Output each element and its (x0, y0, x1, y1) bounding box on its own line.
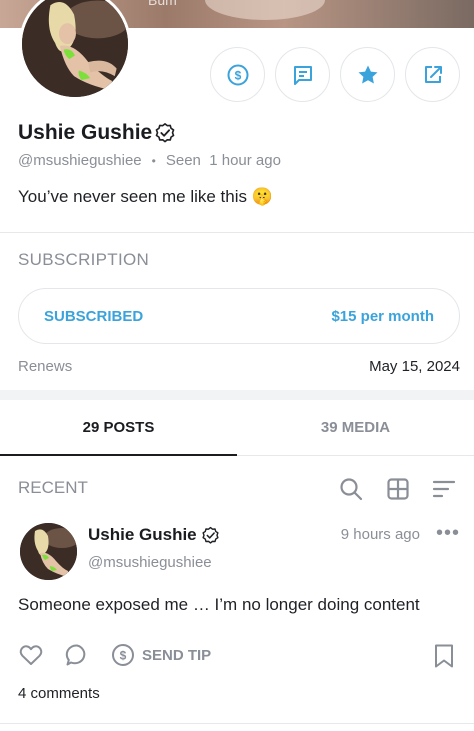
section-separator (0, 390, 474, 400)
profile-meta: @msushiegushiee • Seen 1 hour ago (18, 152, 281, 169)
post-timestamp: 9 hours ago (340, 526, 420, 543)
star-icon (358, 65, 377, 83)
subscription-title: SUBSCRIPTION (18, 250, 150, 269)
grid-view-button[interactable] (385, 476, 411, 502)
last-seen: Seen 1 hour ago (165, 152, 281, 169)
renews-label: Renews (18, 358, 73, 375)
divider (0, 723, 474, 724)
send-tip-label: SEND TIP (142, 646, 212, 664)
post-text: Someone exposed me … I’m no longer doing… (18, 595, 420, 614)
svg-text:$: $ (120, 649, 127, 663)
comment-icon (65, 644, 86, 666)
divider (0, 232, 474, 233)
post-avatar[interactable] (20, 523, 77, 580)
comment-button[interactable] (64, 642, 90, 668)
tab-media[interactable]: 39 MEDIA (237, 400, 474, 456)
profile-handle: @msushiegushiee (18, 152, 142, 169)
svg-text:$: $ (234, 68, 241, 82)
sort-icon (432, 480, 456, 498)
dollar-circle-icon: $ (112, 644, 134, 666)
sort-button[interactable] (431, 476, 457, 502)
search-icon (340, 478, 363, 501)
bookmark-button[interactable] (432, 643, 456, 669)
share-button[interactable] (405, 47, 460, 102)
like-button[interactable] (18, 642, 44, 668)
cover-photo-detail (205, 0, 325, 20)
message-button[interactable] (275, 47, 330, 102)
heart-icon (19, 645, 43, 665)
profile-name-row: Ushie Gushie (18, 121, 176, 145)
grid-icon (387, 478, 409, 500)
tab-posts[interactable]: 29 POSTS (0, 400, 237, 456)
dollar-circle-icon: $ (227, 64, 248, 85)
send-tip-button[interactable]: $ SEND TIP (110, 642, 211, 668)
message-icon (293, 65, 312, 85)
subscription-price: $15 per month (331, 307, 434, 325)
post-more-button[interactable]: ••• (436, 522, 460, 545)
verified-badge-icon (202, 526, 219, 544)
tip-button[interactable]: $ (210, 47, 265, 102)
bookmark-icon (435, 644, 453, 668)
profile-bio: You’ve never seen me like this 🤫 (18, 187, 273, 206)
profile-name: Ushie Gushie (18, 121, 153, 144)
subscription-button[interactable]: SUBSCRIBED $15 per month (18, 288, 460, 344)
recent-title: RECENT (18, 478, 88, 497)
post-author-name[interactable]: Ushie Gushie (88, 525, 197, 545)
profile-avatar[interactable] (19, 0, 131, 100)
favorite-button[interactable] (340, 47, 395, 102)
cover-text: Bum (148, 0, 177, 8)
post-author-row: Ushie Gushie (88, 525, 220, 545)
search-button[interactable] (338, 476, 364, 502)
verified-badge-icon (155, 123, 175, 143)
renews-date: May 15, 2024 (369, 358, 460, 375)
post-actions: $ SEND TIP (18, 642, 231, 668)
subscription-status: SUBSCRIBED (44, 307, 144, 325)
post-author-handle: @msushiegushiee (88, 554, 212, 571)
separator-dot: • (151, 153, 156, 168)
share-icon (424, 65, 442, 83)
comments-count[interactable]: 4 comments (18, 685, 100, 702)
